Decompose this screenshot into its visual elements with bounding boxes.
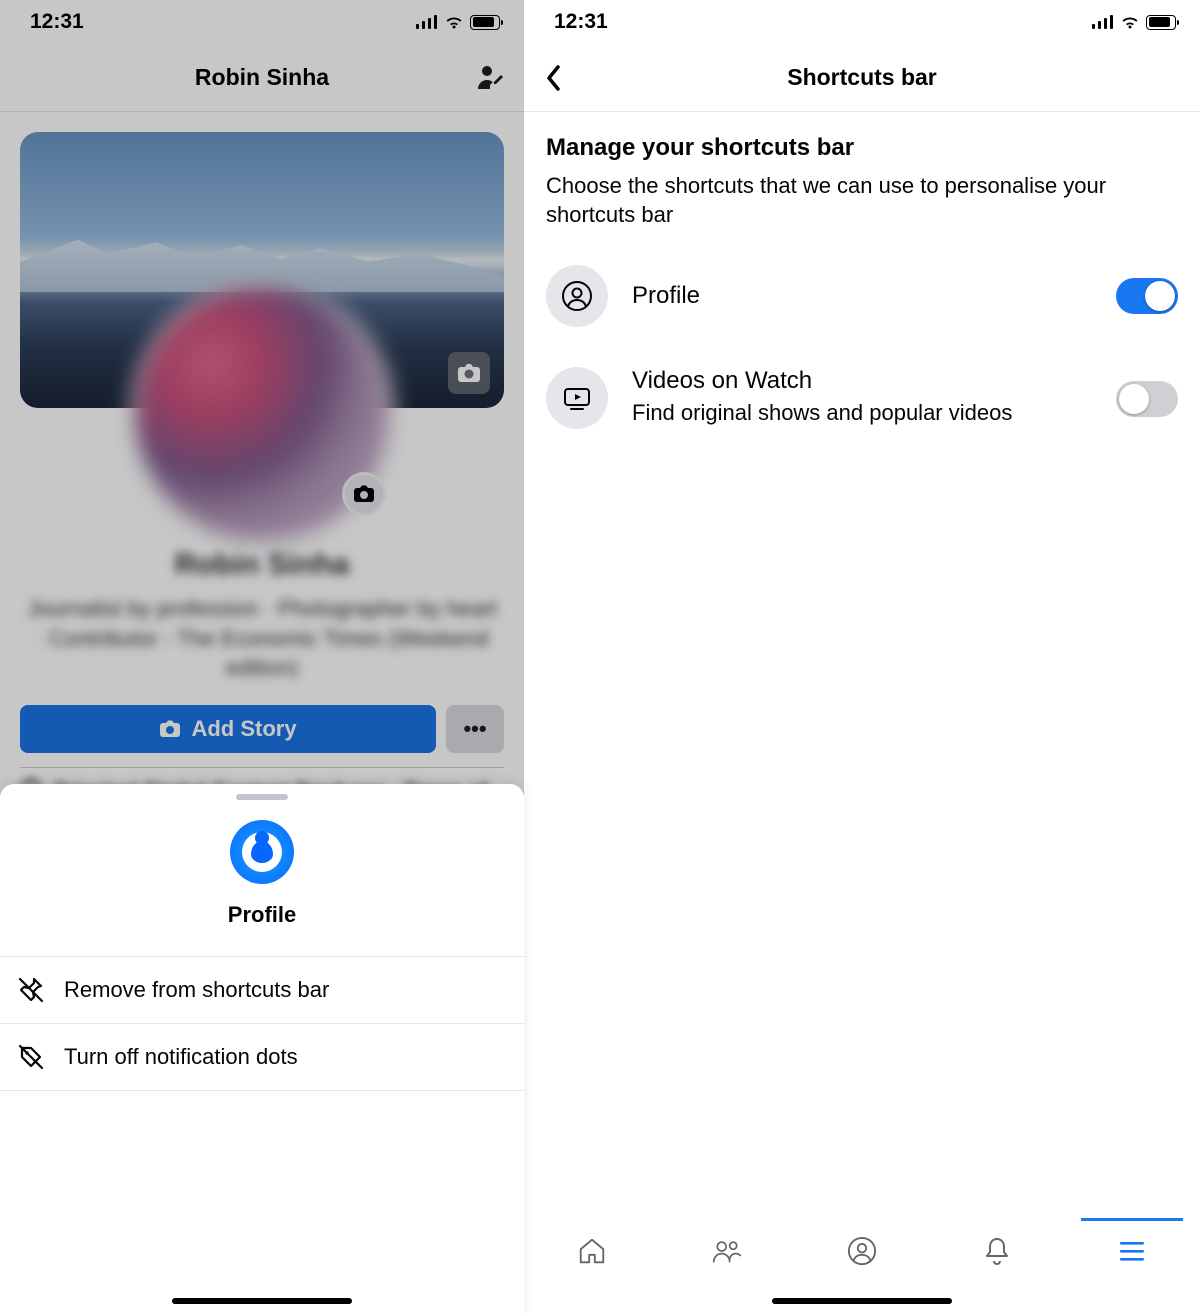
wifi-icon xyxy=(444,15,464,30)
unpin-icon xyxy=(16,975,46,1005)
section-title: Manage your shortcuts bar xyxy=(546,134,1178,162)
profile-icon xyxy=(546,265,608,327)
camera-icon[interactable] xyxy=(448,352,490,394)
more-button[interactable]: ••• xyxy=(446,705,504,753)
watch-toggle[interactable] xyxy=(1116,381,1178,417)
remove-from-shortcuts-item[interactable]: Remove from shortcuts bar xyxy=(0,956,524,1023)
camera-icon[interactable] xyxy=(342,472,386,516)
option-label: Profile xyxy=(632,282,1092,310)
battery-icon xyxy=(1146,15,1176,30)
profile-bio: Journalist by profession · Photographer … xyxy=(26,594,498,683)
shortcuts-header: Shortcuts bar xyxy=(524,44,1200,112)
wifi-icon xyxy=(1120,15,1140,30)
profile-icon xyxy=(230,820,294,884)
status-bar: 12:31 xyxy=(0,0,524,44)
status-time: 12:31 xyxy=(30,10,84,34)
shortcuts-bar-screen: 12:31 Shortcuts bar Manage your shortcut… xyxy=(524,0,1200,1314)
sheet-grabber[interactable] xyxy=(236,794,288,800)
watch-icon xyxy=(546,367,608,429)
sheet-item-label: Turn off notification dots xyxy=(64,1044,298,1070)
profile-screen: 12:31 Robin Sinha xyxy=(0,0,524,1314)
action-sheet[interactable]: Profile Remove from shortcuts bar Turn o… xyxy=(0,784,524,1314)
status-time: 12:31 xyxy=(554,10,608,34)
notifications-tab[interactable] xyxy=(982,1236,1012,1266)
battery-icon xyxy=(470,15,500,30)
home-tab[interactable] xyxy=(577,1236,607,1266)
profile-header: Robin Sinha xyxy=(0,44,524,112)
sheet-item-label: Remove from shortcuts bar xyxy=(64,977,329,1003)
add-story-button[interactable]: Add Story xyxy=(20,705,436,753)
status-icons xyxy=(416,15,500,30)
turn-off-notification-dots-item[interactable]: Turn off notification dots xyxy=(0,1023,524,1091)
home-indicator[interactable] xyxy=(172,1298,352,1304)
option-label: Videos on Watch xyxy=(632,367,1092,395)
shortcut-option-profile: Profile xyxy=(546,265,1178,327)
home-indicator[interactable] xyxy=(772,1298,952,1304)
shortcuts-header-title: Shortcuts bar xyxy=(787,64,937,91)
signal-icon xyxy=(1092,15,1114,29)
signal-icon xyxy=(416,15,438,29)
status-bar: 12:31 xyxy=(524,0,1200,44)
sheet-title: Profile xyxy=(228,902,296,928)
add-story-label: Add Story xyxy=(191,716,296,742)
status-icons xyxy=(1092,15,1176,30)
section-subtitle: Choose the shortcuts that we can use to … xyxy=(546,172,1178,229)
profile-tab[interactable] xyxy=(847,1236,877,1266)
shortcut-option-watch: Videos on Watch Find original shows and … xyxy=(546,367,1178,429)
tag-off-icon xyxy=(16,1042,46,1072)
profile-header-title: Robin Sinha xyxy=(195,64,329,91)
camera-icon xyxy=(159,720,181,738)
menu-tab[interactable] xyxy=(1117,1236,1147,1266)
profile-name: Robin Sinha xyxy=(20,548,504,582)
edit-profile-icon[interactable] xyxy=(476,63,506,93)
profile-toggle[interactable] xyxy=(1116,278,1178,314)
profile-content: Robin Sinha Journalist by profession · P… xyxy=(0,112,524,804)
option-description: Find original shows and popular videos xyxy=(632,399,1092,427)
back-button[interactable] xyxy=(546,65,562,91)
friends-tab[interactable] xyxy=(712,1236,742,1266)
